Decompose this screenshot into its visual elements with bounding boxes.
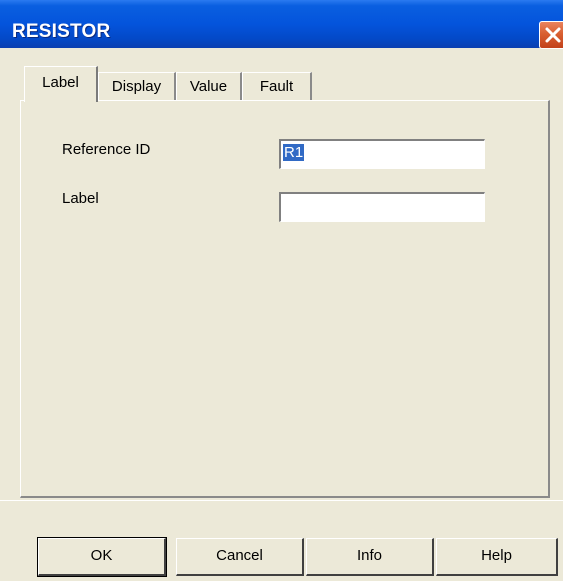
reference-id-field[interactable]: R1 (279, 139, 485, 169)
tab-display[interactable]: Display (98, 72, 176, 100)
title-bar[interactable]: RESISTOR (0, 0, 563, 49)
help-button-label: Help (481, 547, 512, 564)
window-title: RESISTOR (12, 21, 111, 42)
tab-label[interactable]: Label (24, 66, 98, 102)
tab-value-text: Value (189, 78, 228, 95)
help-button[interactable]: Help (436, 538, 558, 576)
tab-fault-text: Fault (259, 78, 294, 95)
info-button[interactable]: Info (306, 538, 434, 576)
reference-id-label: Reference ID (62, 141, 151, 158)
close-button[interactable] (539, 21, 563, 49)
reference-id-value: R1 (283, 144, 305, 161)
ok-button[interactable]: OK (37, 537, 167, 577)
label-field-label: Label (62, 190, 99, 207)
tab-fault[interactable]: Fault (242, 72, 312, 100)
info-button-label: Info (356, 547, 383, 564)
ok-button-label: OK (90, 547, 113, 564)
cancel-button[interactable]: Cancel (176, 538, 304, 576)
tab-value[interactable]: Value (176, 72, 242, 100)
tab-display-text: Display (111, 78, 162, 95)
tab-label-text: Label (42, 74, 79, 91)
resistor-dialog: RESISTOR Label Display Value Fault Refer… (0, 0, 563, 581)
close-icon (545, 27, 561, 43)
cancel-button-label: Cancel (216, 547, 263, 564)
label-field[interactable] (279, 192, 485, 222)
